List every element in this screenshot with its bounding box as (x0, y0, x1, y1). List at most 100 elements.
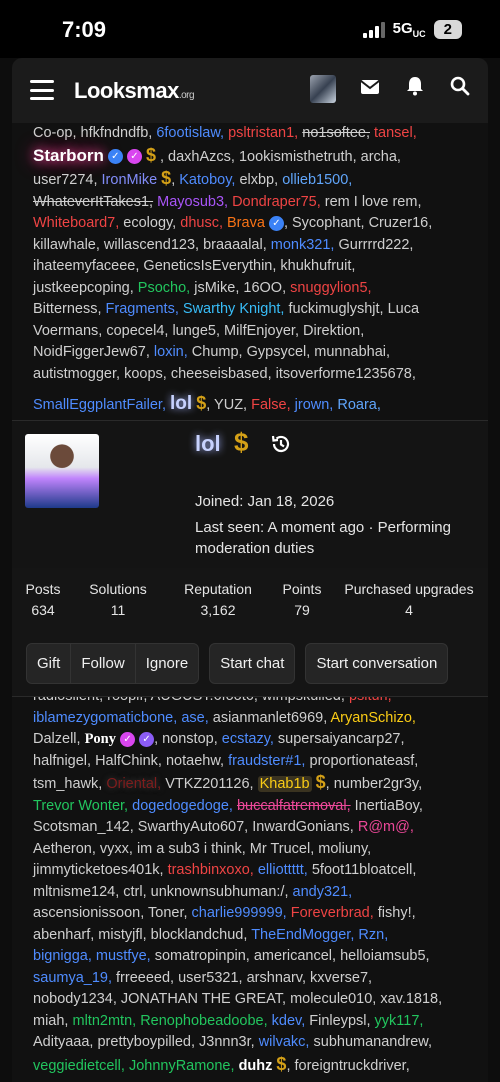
member-link[interactable]: Gurrrrd222, (339, 237, 414, 253)
member-link[interactable]: jrown, (295, 397, 334, 413)
member-link[interactable]: mustfye, (96, 948, 151, 964)
member-links[interactable]: , daxhAzcs, 1ookismisthetruth, archa, (160, 149, 401, 165)
member-link[interactable]: Foreverbrad, (291, 905, 374, 921)
member-link[interactable]: TheEndMogger, (251, 927, 354, 943)
member-link[interactable]: Starborn (33, 146, 104, 165)
member-link[interactable]: snuggylion5, (290, 280, 371, 296)
member-links[interactable]: halfnigel, HalfChink, notaehw, (33, 753, 224, 769)
search-icon[interactable] (447, 76, 473, 102)
member-link[interactable]: elliottttt, (258, 862, 308, 878)
member-link[interactable]: Swarthy Knight, (183, 301, 285, 317)
member-link[interactable]: proportionateasf, (310, 753, 419, 769)
member-links[interactable]: Adityaaa, prettyboypilled, J3nnn3r, (33, 1034, 255, 1050)
member-link[interactable]: ecology, (123, 215, 176, 231)
member-link[interactable]: Chump, Gypsycel, munnabhai, (192, 344, 390, 360)
member-link[interactable]: subhumanandrew, (314, 1034, 433, 1050)
member-link[interactable]: ollieb1500, (282, 172, 352, 188)
member-links[interactable]: ihateemyfaceee, GeneticsIsEverythin, khu… (33, 258, 355, 274)
stat-points[interactable]: Points 79 (274, 581, 330, 618)
start-chat-button[interactable]: Start chat (209, 643, 296, 684)
profile-avatar[interactable] (25, 434, 99, 508)
member-link[interactable]: Co-op, hfkfndndfb, (33, 125, 152, 141)
gift-button[interactable]: Gift (27, 644, 72, 683)
member-link[interactable]: JohnnyRamone, (129, 1058, 235, 1074)
member-links[interactable]: abenharf, mistyjfl, blocklandchud, (33, 927, 247, 943)
member-links[interactable]: , number2gr3y, (326, 776, 422, 792)
member-link[interactable]: tansel, (374, 125, 417, 141)
member-link[interactable]: andy321, (293, 884, 353, 900)
member-link[interactable]: Brava (227, 215, 265, 231)
member-link[interactable]: lol (170, 393, 192, 414)
member-link[interactable]: supersaiyancarp27, (278, 731, 405, 747)
member-links[interactable]: Voermans, copecel4, lunge5, MilfEnjoyer,… (33, 323, 364, 339)
member-link[interactable]: fishy!, (378, 905, 416, 921)
site-logo[interactable]: Looksmax.org (74, 78, 195, 104)
follow-button[interactable]: Follow (71, 644, 136, 683)
history-icon[interactable] (270, 433, 292, 455)
member-link[interactable]: jimmyticketoes401k, (33, 862, 164, 878)
member-link[interactable]: Rzn, (358, 927, 388, 943)
member-link[interactable]: buccalfatremoval, (237, 798, 351, 814)
member-link[interactable]: monk321, (271, 237, 335, 253)
member-link[interactable]: miah, (33, 1013, 68, 1029)
member-link[interactable]: wilvakc, (259, 1034, 310, 1050)
member-link[interactable]: R@m@, (358, 819, 414, 835)
member-link[interactable]: justkeepcoping, (33, 280, 134, 296)
member-link[interactable]: False, (251, 397, 291, 413)
member-link[interactable]: rem I love rem, (325, 194, 422, 210)
member-link[interactable]: duhz (239, 1058, 273, 1074)
member-links[interactable]: , YUZ, (206, 397, 247, 413)
member-links[interactable]: , foreigntruckdriver, (286, 1058, 409, 1074)
member-link[interactable]: Psocho, (138, 280, 190, 296)
member-link[interactable]: somatropinpin, americancel, helloiamsub5… (155, 948, 430, 964)
member-link[interactable]: 6footislaw, (156, 125, 224, 141)
member-link[interactable]: yyk117, (375, 1013, 424, 1029)
member-link[interactable]: 5foot11bloatcell, (312, 862, 417, 878)
member-links[interactable]: autistmogger, koops, cheeseisbased, itso… (33, 366, 416, 382)
member-link[interactable]: Bitterness, (33, 301, 102, 317)
member-links[interactable]: ascensionissoon, Toner, (33, 905, 188, 921)
member-link[interactable]: elxbp, (239, 172, 278, 188)
member-link[interactable]: Oriental, (106, 776, 161, 792)
start-conversation-button[interactable]: Start conversation (305, 643, 449, 684)
member-link[interactable]: jsMike, 16OO, (194, 280, 286, 296)
member-link[interactable]: Finleypsl, (309, 1013, 370, 1029)
menu-icon[interactable] (30, 80, 54, 100)
member-link[interactable]: veggiedietcell, (33, 1058, 125, 1074)
member-link[interactable]: ecstazy, (222, 731, 274, 747)
member-link[interactable]: VTKZ201126, (165, 776, 253, 792)
member-link[interactable]: kdev, (272, 1013, 306, 1029)
member-links[interactable]: mltnisme124, ctrl, unknownsubhuman:/, (33, 884, 289, 900)
bell-icon[interactable] (402, 76, 428, 102)
member-link[interactable]: dhusc, (180, 215, 223, 231)
member-links[interactable]: Scotsman_142, SwarthyAuto607, InwardGoni… (33, 819, 354, 835)
stat-posts[interactable]: Posts 634 (12, 581, 74, 618)
ignore-button[interactable]: Ignore (135, 644, 199, 683)
member-link[interactable]: charlie999999, (192, 905, 287, 921)
member-links[interactable]: killawhale, willascend123, braaaalal, (33, 237, 267, 253)
member-link[interactable]: SmallEggplantFailer, (33, 397, 166, 413)
member-link[interactable]: iblamezygomaticbone, (33, 710, 177, 726)
member-link[interactable]: loxin, (154, 344, 188, 360)
member-link[interactable]: ase, (181, 710, 208, 726)
member-link[interactable]: Fragments, (106, 301, 179, 317)
member-link[interactable]: asianmanlet6969, (213, 710, 327, 726)
member-link[interactable]: Dondraper75, (232, 194, 321, 210)
member-links[interactable]: , Sycophant, Cruzer16, (284, 215, 432, 231)
member-link[interactable]: Mayosub3, (157, 194, 228, 210)
member-link[interactable]: Renophobeadoobe, (140, 1013, 267, 1029)
member-link[interactable]: tsm_hawk, (33, 776, 102, 792)
member-link[interactable]: bignigga, (33, 948, 92, 964)
profile-username[interactable]: lol (195, 431, 221, 457)
member-link[interactable]: Dalzell, (33, 731, 81, 747)
member-link[interactable]: Katoboy, (179, 172, 235, 188)
member-link[interactable]: trashbinxoxo, (168, 862, 254, 878)
member-link[interactable]: Pony (85, 731, 116, 747)
member-link[interactable]: Trevor Wonter, (33, 798, 128, 814)
member-link[interactable]: mltn2mtn, (73, 1013, 137, 1029)
member-link[interactable]: frreeeed, user5321, arshnarv, kxverse7, (116, 970, 372, 986)
member-link[interactable]: IronMike (102, 172, 158, 188)
member-link[interactable]: AryanSchizo, (330, 710, 415, 726)
member-link[interactable]: fuckimuglyshjt, Luca (289, 301, 420, 317)
member-link[interactable]: dogedogedoge, (132, 798, 233, 814)
